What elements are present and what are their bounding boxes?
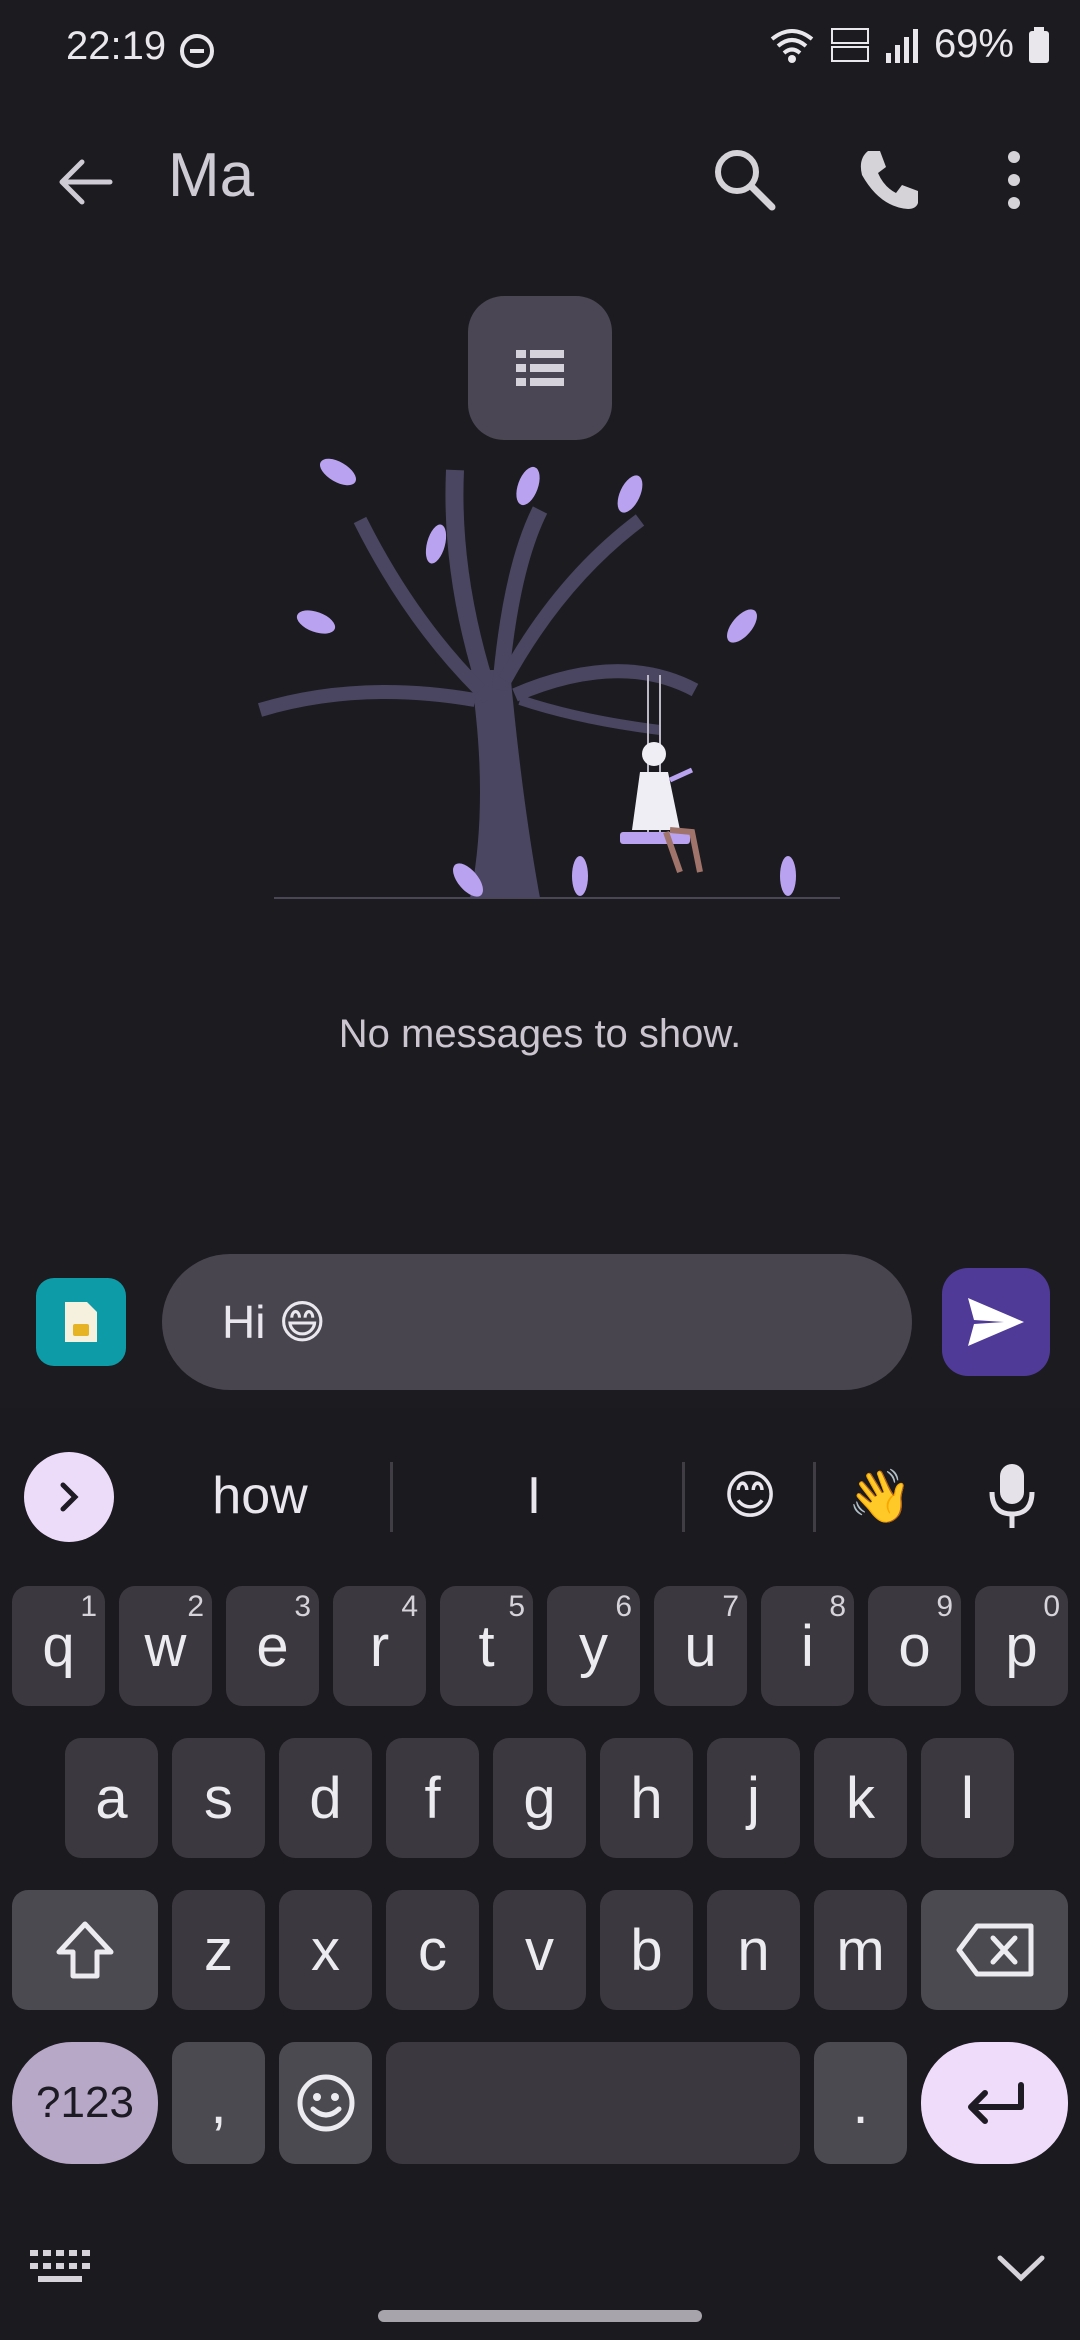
- suggestion-divider: [390, 1462, 393, 1532]
- key-x[interactable]: x: [279, 1890, 372, 2010]
- shift-icon: [56, 1921, 114, 1979]
- key-u[interactable]: u7: [654, 1586, 747, 1706]
- signal-icon: [885, 28, 918, 63]
- battery-icon: [1029, 26, 1049, 63]
- key-z[interactable]: z: [172, 1890, 265, 2010]
- suggestion-emoji[interactable]: 😊: [700, 1466, 800, 1526]
- enter-icon: [967, 2082, 1024, 2124]
- suggestion-emoji[interactable]: 👋: [830, 1466, 930, 1527]
- empty-state-message: No messages to show.: [338, 1012, 742, 1056]
- send-icon: [968, 1298, 1024, 1346]
- key-s[interactable]: s: [172, 1738, 265, 1858]
- sim-card-icon: [65, 1302, 97, 1342]
- key-w[interactable]: w2: [119, 1586, 212, 1706]
- suggestion-divider: [682, 1462, 685, 1532]
- volte-icon: [830, 27, 869, 62]
- wifi-icon: [770, 28, 814, 63]
- chevron-down-icon[interactable]: [996, 2248, 1046, 2288]
- key-t[interactable]: t5: [440, 1586, 533, 1706]
- key-y[interactable]: y6: [547, 1586, 640, 1706]
- key-h[interactable]: h: [600, 1738, 693, 1858]
- symbols-key[interactable]: ?123: [12, 2042, 158, 2164]
- list-icon: [516, 350, 564, 386]
- key-j[interactable]: j: [707, 1738, 800, 1858]
- key-e[interactable]: e3: [226, 1586, 319, 1706]
- message-input[interactable]: Hi 😄: [162, 1254, 912, 1390]
- key-r[interactable]: r4: [333, 1586, 426, 1706]
- status-time: 22:19: [66, 24, 167, 68]
- keyboard: [0, 1408, 1080, 2340]
- key-g[interactable]: g: [493, 1738, 586, 1858]
- key-a[interactable]: a: [65, 1738, 158, 1858]
- back-arrow-icon[interactable]: [52, 150, 116, 214]
- search-icon[interactable]: [710, 145, 778, 213]
- key-n[interactable]: n: [707, 1890, 800, 2010]
- keyboard-icon[interactable]: [30, 2250, 90, 2284]
- gesture-nav-bar[interactable]: [378, 2310, 702, 2322]
- status-icons: 69%: [768, 22, 1050, 67]
- comma-key[interactable]: ,: [172, 2042, 265, 2164]
- key-l[interactable]: l: [921, 1738, 1014, 1858]
- dnd-icon: [180, 34, 214, 68]
- list-icon-chip: [468, 296, 612, 440]
- send-button[interactable]: [942, 1268, 1050, 1376]
- emoji-icon: [297, 2074, 354, 2132]
- suggestion-expand-button[interactable]: [24, 1452, 114, 1542]
- period-key[interactable]: .: [814, 2042, 907, 2164]
- tree-swing-illustration: [257, 458, 840, 899]
- backspace-icon: [956, 1923, 1033, 1977]
- battery-percent: 69%: [933, 22, 1014, 66]
- sim-selector-button[interactable]: [36, 1278, 126, 1366]
- key-f[interactable]: f: [386, 1738, 479, 1858]
- key-c[interactable]: c: [386, 1890, 479, 2010]
- key-q[interactable]: q1: [12, 1586, 105, 1706]
- chevron-right-icon: [60, 1482, 79, 1512]
- key-o[interactable]: o9: [868, 1586, 961, 1706]
- more-vert-icon[interactable]: [996, 145, 1032, 215]
- key-i[interactable]: i8: [761, 1586, 854, 1706]
- mic-icon[interactable]: [986, 1462, 1038, 1530]
- key-d[interactable]: d: [279, 1738, 372, 1858]
- space-key[interactable]: [386, 2042, 800, 2164]
- phone-icon[interactable]: [854, 145, 924, 215]
- message-input-text: Hi 😄: [222, 1296, 327, 1348]
- enter-key[interactable]: [921, 2042, 1068, 2164]
- key-k[interactable]: k: [814, 1738, 907, 1858]
- emoji-key[interactable]: [279, 2042, 372, 2164]
- suggestion-word[interactable]: how: [160, 1466, 360, 1526]
- key-m[interactable]: m: [814, 1890, 907, 2010]
- conversation-title: Ma: [168, 141, 255, 210]
- key-b[interactable]: b: [600, 1890, 693, 2010]
- suggestion-word[interactable]: I: [434, 1466, 634, 1526]
- shift-key[interactable]: [12, 1890, 158, 2010]
- suggestion-divider: [813, 1462, 816, 1532]
- backspace-key[interactable]: [921, 1890, 1068, 2010]
- key-p[interactable]: p0: [975, 1586, 1068, 1706]
- key-v[interactable]: v: [493, 1890, 586, 2010]
